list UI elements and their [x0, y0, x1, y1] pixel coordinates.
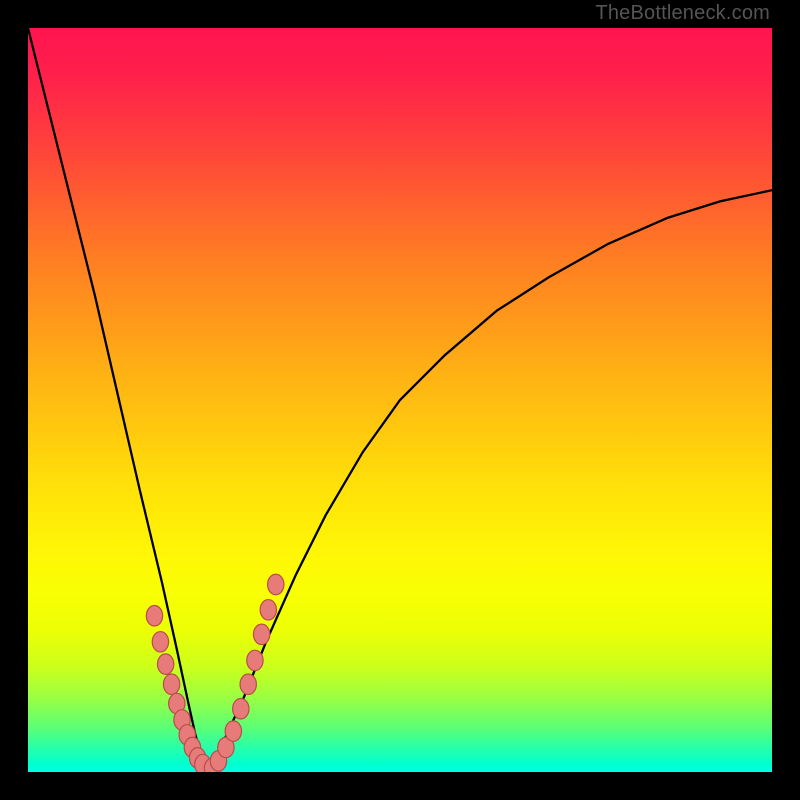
bead-left-2 [157, 654, 173, 674]
bead-right-8 [260, 600, 276, 620]
bead-right-7 [253, 624, 269, 644]
bead-right-3 [225, 721, 241, 741]
plot-area [28, 28, 772, 772]
chart-svg [28, 28, 772, 772]
watermark-text: TheBottleneck.com [595, 2, 770, 25]
curve-group [28, 28, 772, 772]
curve-right-branch [207, 190, 772, 772]
bead-right-9 [268, 574, 284, 594]
bead-left-3 [163, 674, 179, 694]
bead-left-0 [146, 606, 162, 626]
bead-right-6 [247, 650, 263, 670]
bead-right-5 [240, 674, 256, 694]
chart-frame: TheBottleneck.com [0, 0, 800, 800]
bead-right-4 [233, 699, 249, 719]
bead-left-1 [152, 632, 168, 652]
curve-left-branch [28, 28, 207, 772]
